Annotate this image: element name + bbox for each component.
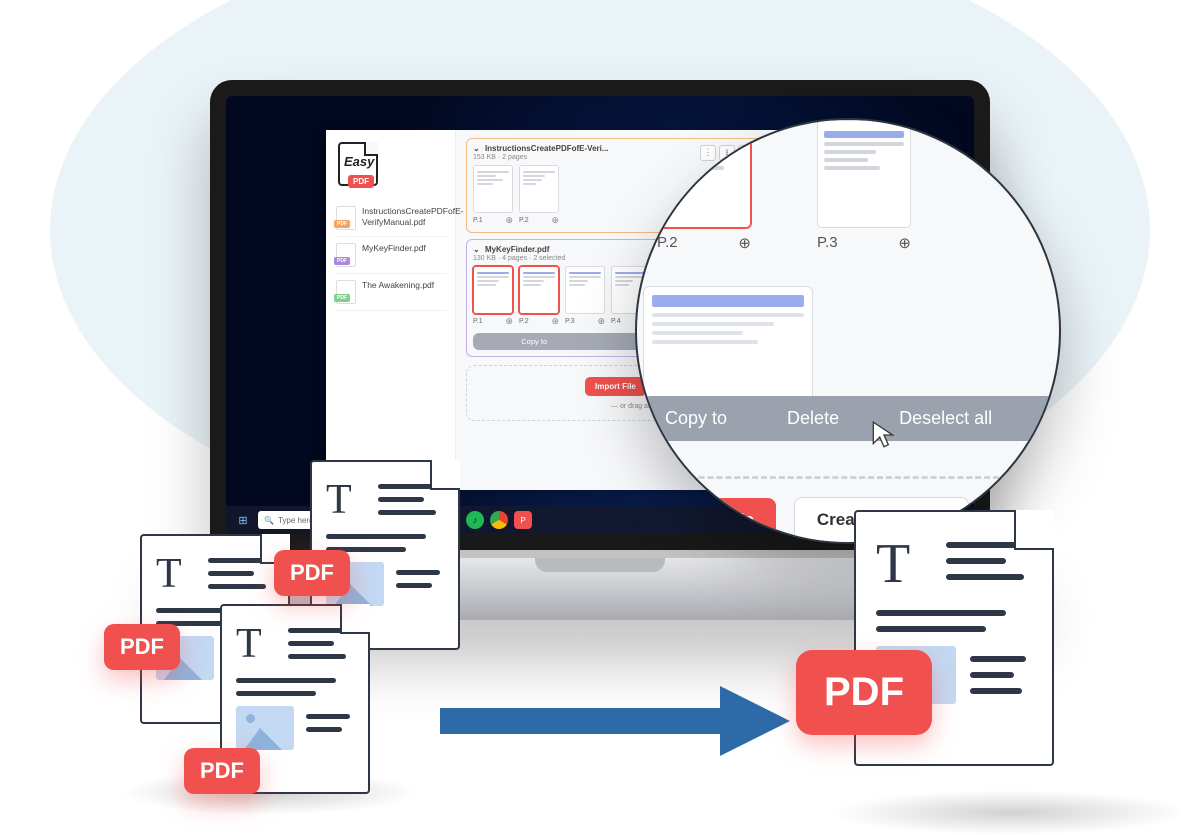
zoom-icon[interactable]: ⊕: [505, 316, 513, 327]
start-icon[interactable]: ⊞: [234, 511, 252, 529]
chevron-down-icon[interactable]: ⌄: [473, 245, 480, 254]
app-taskbar-icon[interactable]: P: [514, 511, 532, 529]
doc-title: ⌄ InstructionsCreatePDFofE-Veri...: [473, 144, 609, 153]
file-name: InstructionsCreatePDFofE-VerifyManual.pd…: [362, 206, 464, 227]
arrow-icon: [440, 686, 790, 756]
zoom-icon[interactable]: ⊕: [597, 316, 605, 327]
app-sidebar: Easy PDF InstructionsCreatePDFofE-Verify…: [326, 130, 456, 490]
search-icon: 🔍: [264, 516, 274, 525]
page-thumb[interactable]: P.2⊕: [657, 120, 751, 252]
delete-button[interactable]: Delete: [787, 408, 839, 429]
import-file-button[interactable]: Import File: [645, 498, 776, 542]
letter-t-icon: T: [876, 532, 936, 596]
page-thumb-large[interactable]: [643, 286, 813, 404]
pdf-badge-icon: PDF: [184, 748, 260, 794]
laptop-notch: [535, 558, 665, 572]
cursor-icon: [871, 420, 897, 450]
letter-t-icon: T: [156, 550, 198, 598]
zoom-icon[interactable]: ⊕: [738, 234, 751, 252]
shadow: [830, 790, 1190, 835]
copy-to-button[interactable]: Copy to: [521, 337, 547, 346]
image-placeholder-icon: [236, 706, 294, 750]
zoom-icon[interactable]: ⊕: [505, 215, 513, 226]
zoom-icon[interactable]: ⊕: [898, 234, 911, 252]
page-thumb[interactable]: P.2⊕: [519, 266, 559, 327]
file-icon: [336, 243, 356, 267]
logo-text-pdf: PDF: [348, 175, 374, 188]
page-thumb[interactable]: P.3⊕: [565, 266, 605, 327]
file-icon: [336, 280, 356, 304]
doc-title: ⌄ MyKeyFinder.pdf: [473, 245, 565, 254]
sidebar-file[interactable]: MyKeyFinder.pdf: [334, 237, 447, 274]
app-logo: Easy PDF: [338, 142, 378, 186]
import-file-button[interactable]: Import File: [585, 377, 646, 396]
doc-meta: 153 KB · 2 pages: [473, 154, 609, 161]
page-thumb[interactable]: P.1⊕: [473, 165, 513, 226]
copy-to-button[interactable]: Copy to: [665, 408, 727, 429]
pdf-badge-icon: PDF: [104, 624, 180, 670]
zoom-icon[interactable]: ⊕: [551, 316, 559, 327]
chrome-icon[interactable]: [490, 511, 508, 529]
deselect-all-button[interactable]: Deselect all: [899, 408, 992, 429]
logo-sheet-icon: Easy PDF: [338, 142, 378, 186]
pdf-badge-icon: PDF: [796, 650, 932, 735]
logo-text-easy: Easy: [344, 154, 374, 169]
spotify-icon[interactable]: ♪: [466, 511, 484, 529]
letter-t-icon: T: [326, 476, 368, 524]
letter-t-icon: T: [236, 620, 278, 668]
page-thumb[interactable]: P.3⊕: [817, 120, 911, 252]
zoom-icon[interactable]: ⊕: [551, 215, 559, 226]
file-name: The Awakening.pdf: [362, 280, 434, 291]
selection-action-bar: Copy to Delete Deselect all: [635, 396, 1061, 441]
page-thumb[interactable]: P.2⊕: [519, 165, 559, 226]
pdf-badge-icon: PDF: [274, 550, 350, 596]
doc-meta: 130 KB · 4 pages · 2 selected: [473, 255, 565, 262]
sidebar-file[interactable]: The Awakening.pdf: [334, 274, 447, 311]
page-thumb[interactable]: P.1⊕: [473, 266, 513, 327]
file-name: MyKeyFinder.pdf: [362, 243, 426, 254]
file-icon: [336, 206, 356, 230]
sidebar-file[interactable]: InstructionsCreatePDFofE-VerifyManual.pd…: [334, 200, 447, 237]
magnifier-lens: P.2⊕ P.3⊕ Copy to Delete Deselect all Im…: [635, 118, 1061, 544]
chevron-down-icon[interactable]: ⌄: [473, 144, 480, 153]
